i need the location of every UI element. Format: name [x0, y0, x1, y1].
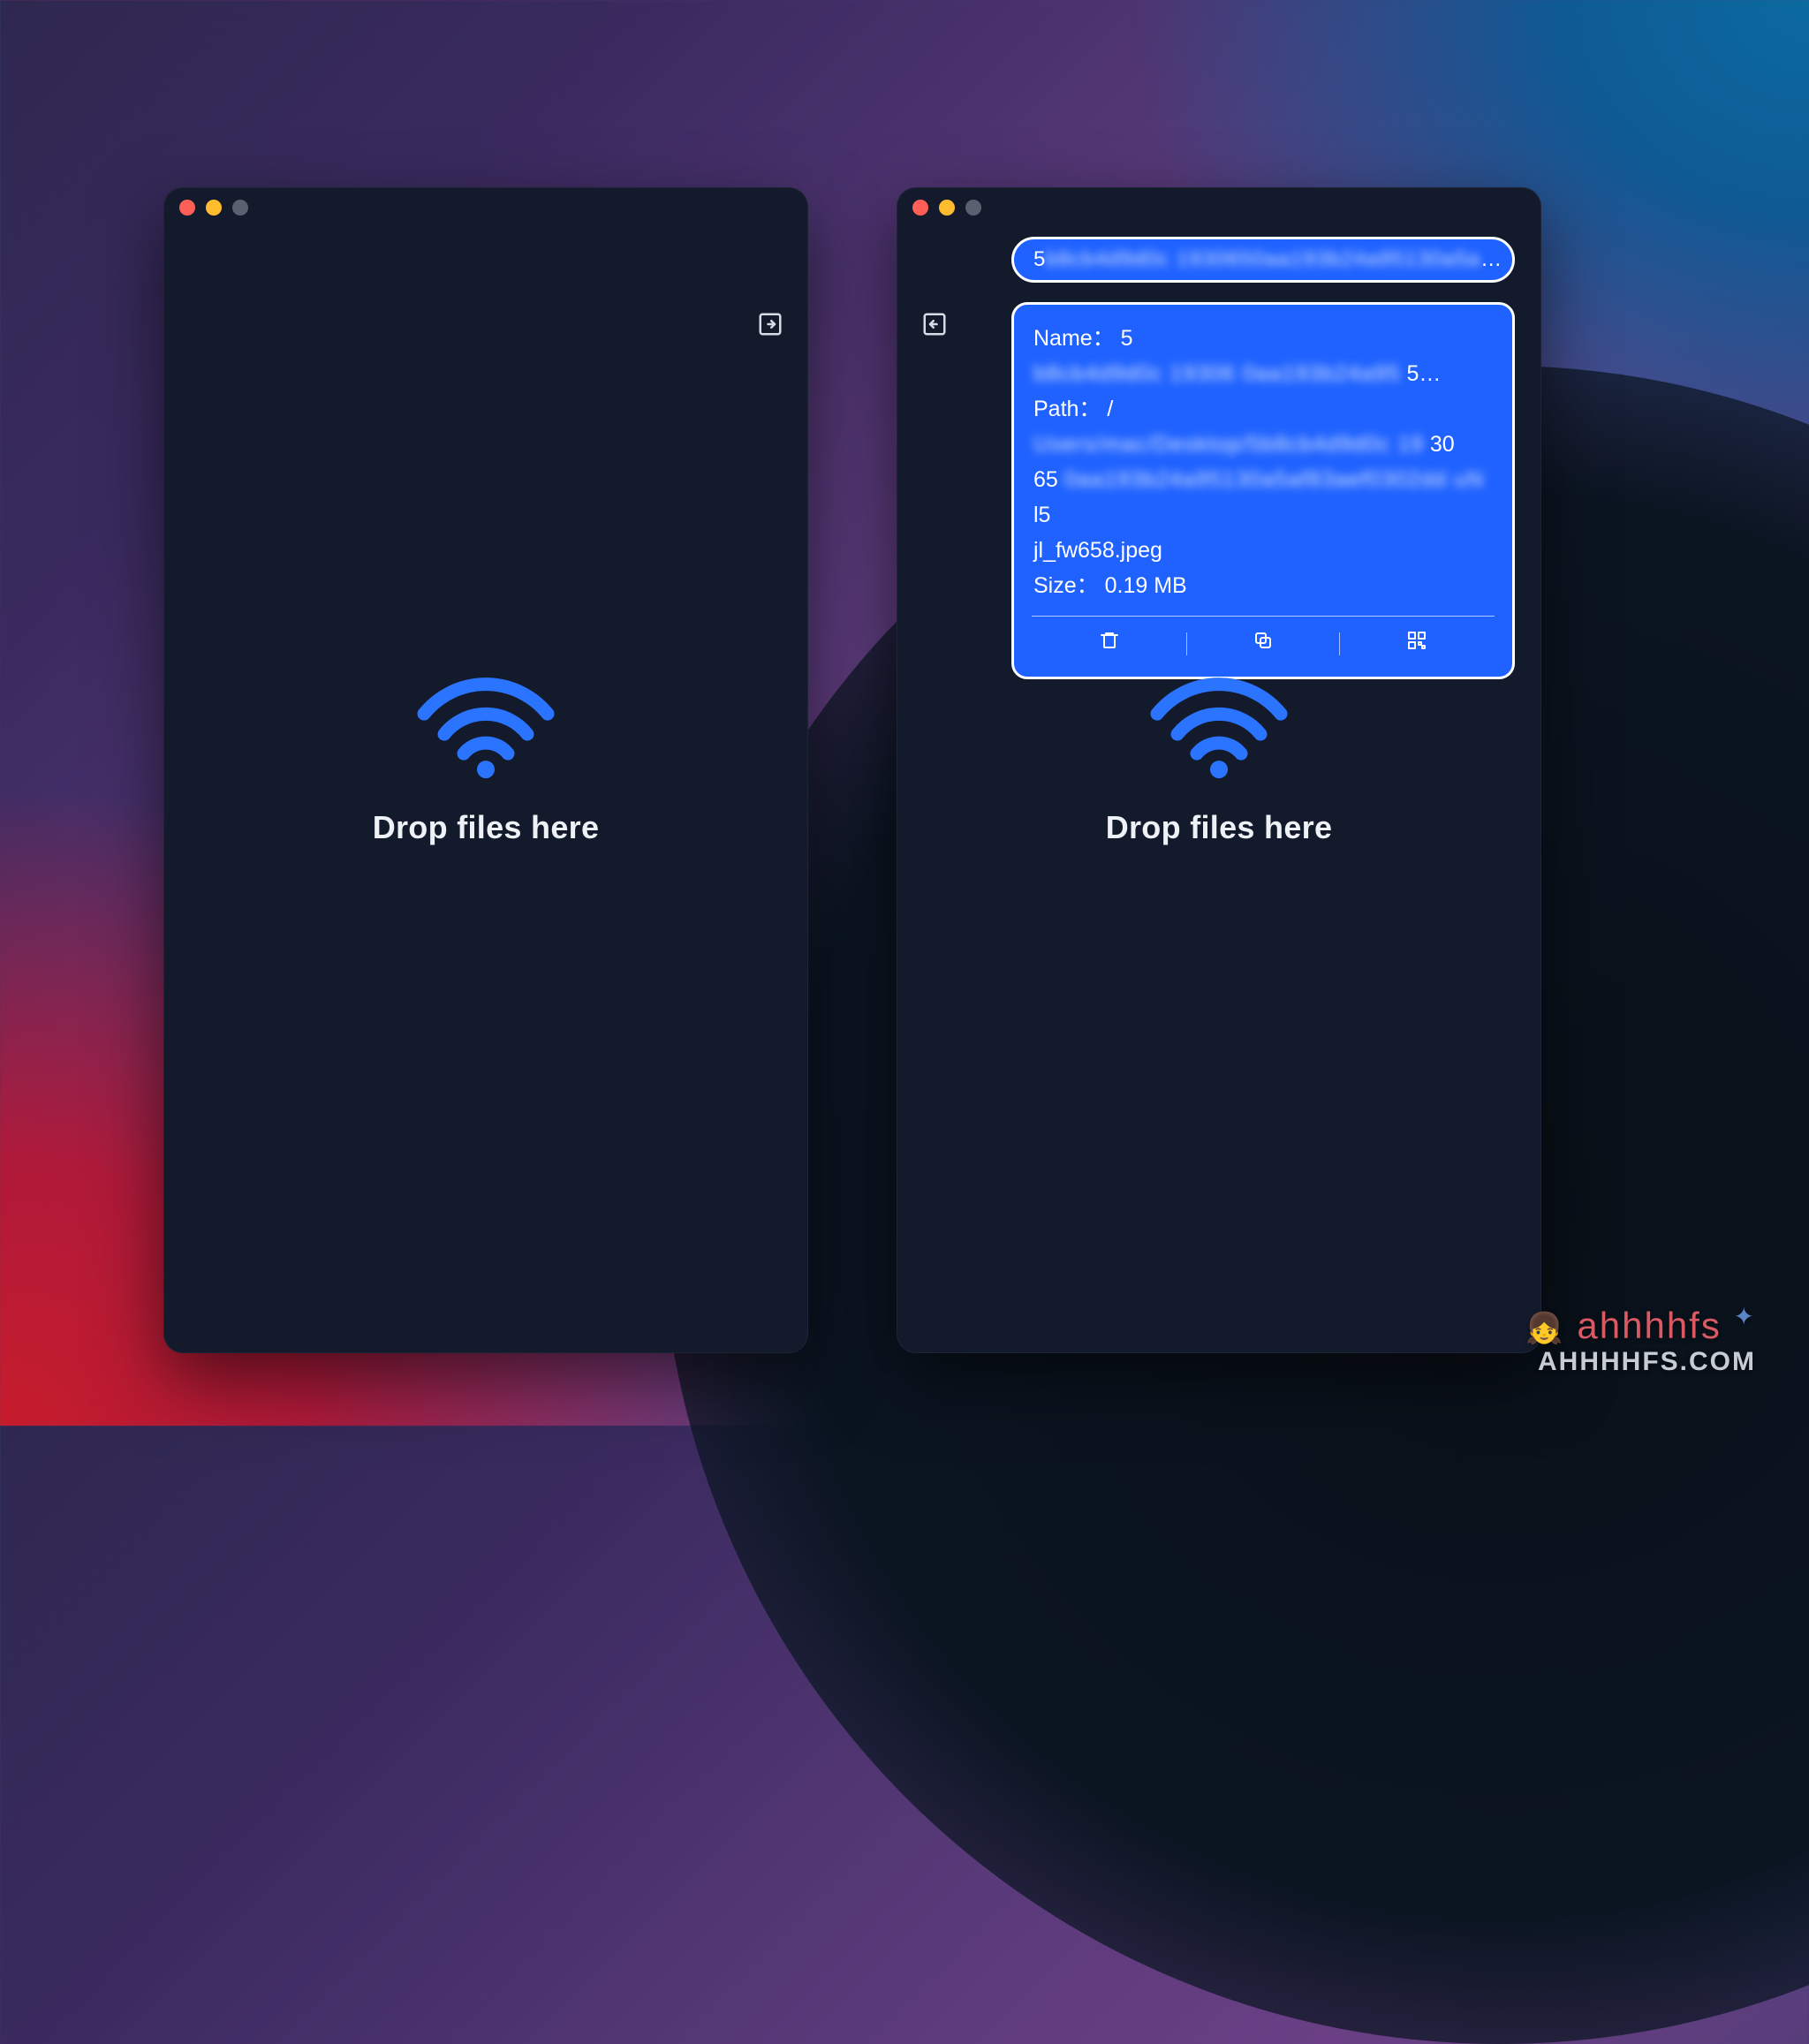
trash-icon — [1099, 626, 1120, 662]
file-pill-suffix: … — [1480, 247, 1502, 272]
qr-icon — [1406, 626, 1427, 662]
file-path-prefix: / — [1107, 397, 1113, 421]
app-window-right: 5 b8cb4d9d0c 1930650aa193b24a95130a5a … … — [897, 187, 1541, 1353]
copy-button[interactable] — [1187, 626, 1340, 662]
import-icon — [921, 311, 948, 342]
titlebar[interactable] — [163, 187, 808, 228]
qr-button[interactable] — [1340, 626, 1493, 662]
wifi-icon — [1144, 665, 1294, 784]
card-divider — [1032, 616, 1495, 617]
window-close-button[interactable] — [912, 200, 928, 216]
titlebar[interactable] — [897, 187, 1541, 228]
window-minimize-button[interactable] — [206, 200, 222, 216]
import-button[interactable] — [757, 311, 783, 342]
file-name-suffix: 5… — [1406, 361, 1441, 386]
file-size-value: 0.19 MB — [1105, 573, 1187, 598]
dropzone-label: Drop files here — [1106, 809, 1333, 846]
file-size-label: Size： — [1033, 573, 1099, 598]
watermark-line1: ahhhhfs — [1577, 1305, 1721, 1346]
file-path-label: Path： — [1033, 397, 1101, 421]
dropzone[interactable]: Drop files here — [897, 665, 1541, 846]
file-pill-prefix: 5 — [1033, 247, 1045, 272]
card-actions — [1033, 622, 1493, 666]
file-pill[interactable]: 5 b8cb4d9d0c 1930650aa193b24a95130a5a … — [1011, 237, 1515, 283]
window-minimize-button[interactable] — [939, 200, 955, 216]
watermark-line2: AHHHHFS.COM — [1525, 1347, 1756, 1377]
sparkle-icon: ✦ — [1734, 1303, 1756, 1330]
wifi-icon — [411, 665, 561, 784]
file-path-tail: jl_fw658.jpeg — [1033, 538, 1162, 563]
watermark: 👧 ahhhhfs ✦ AHHHHFS.COM — [1525, 1302, 1756, 1377]
file-pill-blurred: b8cb4d9d0c 1930650aa193b24a95130a5a — [1045, 247, 1480, 272]
file-path-blur-2: 0aa193b24a95130a5af83aef0302dd uN — [1064, 462, 1484, 497]
window-close-button[interactable] — [179, 200, 195, 216]
window-fullscreen-button[interactable] — [965, 200, 981, 216]
import-button[interactable] — [921, 311, 948, 342]
file-info-card: Name： 5 b8cb4d9d0c 19306 0aa193b24a95 5…… — [1011, 302, 1515, 679]
app-window-left: Drop files here — [163, 187, 808, 1353]
copy-icon — [1253, 626, 1274, 662]
window-fullscreen-button[interactable] — [232, 200, 248, 216]
dropzone[interactable]: Drop files here — [163, 665, 808, 846]
file-path-blur-1: Users/mac/Desktop/5b8cb4d9d0c 19 — [1033, 427, 1424, 462]
file-name-blurred: b8cb4d9d0c 19306 0aa193b24a95 — [1033, 356, 1401, 391]
dropzone-label: Drop files here — [373, 809, 600, 846]
import-icon — [757, 311, 783, 342]
file-path-line2-prefix: 65 — [1033, 467, 1058, 492]
file-path-mid-1: 30 — [1430, 432, 1455, 457]
file-path-mid-2: l5 — [1033, 503, 1050, 527]
file-name-prefix: 5 — [1121, 326, 1133, 351]
file-name-label: Name： — [1033, 326, 1115, 351]
delete-button[interactable] — [1033, 626, 1186, 662]
